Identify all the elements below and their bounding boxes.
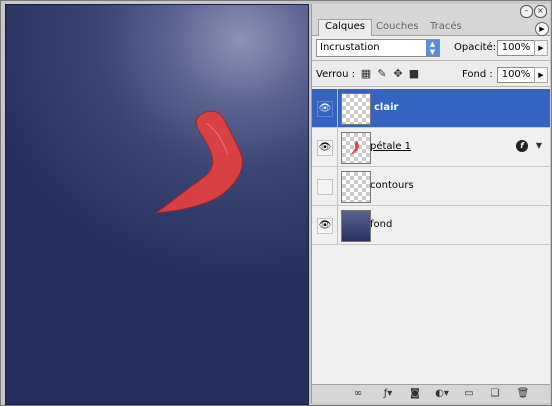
layer-name[interactable]: pétale 1 — [370, 141, 411, 152]
layer-thumbnail — [341, 171, 371, 203]
group-icon[interactable]: ▭ — [462, 388, 476, 400]
lock-move-icon[interactable]: ✥ — [392, 68, 404, 80]
link-icon[interactable]: ∞ — [350, 388, 366, 400]
layers-list: 👁 clair 👁 pétale 1 f ▼ contours 👁 fond — [312, 89, 550, 385]
visibility-eye-icon[interactable]: 👁 — [317, 140, 333, 156]
panel-tabs: – × Calques Couches Tracés ▶ — [312, 4, 550, 36]
layer-name[interactable]: contours — [370, 180, 414, 191]
expand-effects-icon[interactable]: ▼ — [536, 141, 542, 150]
lock-label: Verrou : — [316, 69, 356, 80]
layer-row-clair[interactable]: 👁 clair — [312, 89, 550, 128]
layer-thumbnail — [341, 210, 371, 242]
layer-name[interactable]: fond — [370, 219, 392, 230]
new-layer-icon[interactable]: ❑ — [488, 388, 502, 400]
panel-menu-icon[interactable]: ▶ — [535, 22, 549, 36]
layer-style-icon[interactable]: ƒ▾ — [380, 388, 396, 400]
fill-input[interactable]: 100% — [497, 67, 535, 83]
divider — [337, 206, 338, 244]
layer-row-petale-1[interactable]: 👁 pétale 1 f ▼ — [312, 128, 550, 167]
blend-mode-arrows-icon: ▲ ▼ — [426, 40, 439, 56]
layer-row-fond[interactable]: 👁 fond — [312, 206, 550, 245]
adjustment-layer-icon[interactable]: ◐▾ — [434, 388, 450, 400]
tab-couches[interactable]: Couches — [370, 20, 425, 34]
mask-icon[interactable]: ◙ — [408, 388, 422, 400]
divider — [337, 89, 338, 127]
layer-row-contours[interactable]: contours — [312, 167, 550, 206]
fill-slider-arrow-icon[interactable]: ▶ — [534, 67, 548, 83]
lock-all-icon[interactable]: ■ — [408, 68, 420, 80]
opacity-slider-arrow-icon[interactable]: ▶ — [534, 40, 548, 56]
trash-icon[interactable]: 🗑 — [516, 388, 530, 400]
blend-mode-select[interactable]: Incrustation ▲ ▼ — [316, 39, 440, 57]
panel-footer: ∞ ƒ▾ ◙ ◐▾ ▭ ❑ 🗑 — [312, 384, 550, 403]
document-canvas[interactable] — [5, 4, 309, 405]
petal-shape — [154, 110, 243, 214]
layers-panel: – × Calques Couches Tracés ▶ Incrustatio… — [311, 4, 550, 403]
lock-transparency-icon[interactable]: ▦ — [360, 68, 372, 80]
opacity-input[interactable]: 100% — [497, 40, 535, 56]
layer-name[interactable]: clair — [374, 102, 398, 113]
window-frame: – × Calques Couches Tracés ▶ Incrustatio… — [0, 0, 552, 406]
fill-label: Fond : — [462, 69, 493, 80]
visibility-off-icon[interactable] — [317, 179, 333, 195]
layer-thumbnail — [341, 93, 371, 125]
visibility-eye-icon[interactable]: 👁 — [317, 101, 333, 117]
petal-thumbnail-icon — [350, 141, 359, 155]
layer-thumbnail — [341, 132, 371, 164]
close-icon[interactable]: × — [534, 5, 547, 18]
minimize-icon[interactable]: – — [520, 5, 533, 18]
opacity-label: Opacité: — [454, 42, 497, 53]
divider — [337, 128, 338, 166]
divider — [337, 167, 338, 205]
divider — [312, 60, 550, 61]
lock-paint-icon[interactable]: ✎ — [376, 68, 388, 80]
visibility-eye-icon[interactable]: 👁 — [317, 218, 333, 234]
divider — [312, 86, 550, 87]
blend-mode-value: Incrustation — [320, 42, 380, 53]
tab-traces[interactable]: Tracés — [424, 20, 468, 34]
layer-effects-icon[interactable]: f — [516, 140, 528, 152]
tab-calques[interactable]: Calques — [318, 19, 372, 36]
